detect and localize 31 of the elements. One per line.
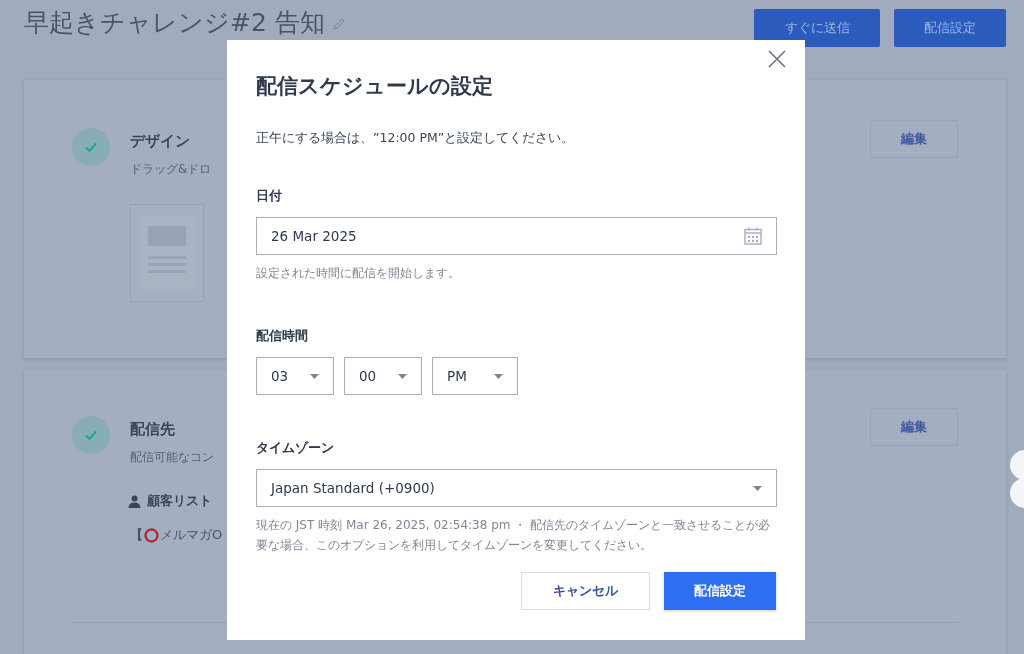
- close-icon[interactable]: [768, 50, 786, 68]
- confirm-button[interactable]: 配信設定: [664, 572, 776, 610]
- list-name: メルマガO: [160, 526, 223, 544]
- bracket-mark: 【: [130, 526, 143, 544]
- caret-icon: [310, 373, 319, 379]
- dialog-note: 正午にする場合は、”12:00 PM”と設定してください。: [256, 130, 575, 147]
- cancel-button[interactable]: キャンセル: [521, 572, 650, 610]
- timezone-dropdown[interactable]: Japan Standard (+0900): [256, 469, 777, 507]
- date-field[interactable]: 26 Mar 2025: [256, 217, 777, 255]
- time-dropdown[interactable]: 00: [344, 357, 422, 395]
- dialog-title: 配信スケジュールの設定: [256, 73, 493, 100]
- list-label: 顧客リスト: [147, 492, 212, 510]
- help-text: 現在の JST 時刻 Mar 26, 2025, 02:54:38 pm ・ 配信先のタイムゾーンと一致させることが必要な場合、このオプションを利用してタイムゾーンを変更してください。: [256, 517, 772, 554]
- page-title: 早起きチャレンジ#2 告知: [24, 8, 325, 38]
- section-description: 配信可能なコン: [130, 449, 214, 466]
- time-dropdown[interactable]: 03: [256, 357, 334, 395]
- help-text: 設定された時間に配信を開始します。: [256, 265, 460, 282]
- field-label: 日付: [256, 187, 282, 205]
- time-dropdown[interactable]: PM: [432, 357, 518, 395]
- section-description: ドラッグ&ドロ: [130, 161, 212, 178]
- caret-icon: [753, 485, 762, 491]
- field-label: 配信時間: [256, 327, 308, 345]
- field-label: タイムゾーン: [256, 439, 334, 457]
- section-title: 配信先: [130, 420, 175, 439]
- caret-icon: [494, 373, 503, 379]
- pencil-icon[interactable]: [332, 18, 345, 30]
- ring-icon: [144, 527, 159, 543]
- caret-icon: [398, 373, 407, 379]
- calendar-icon[interactable]: [744, 227, 762, 245]
- person-icon: [128, 494, 141, 508]
- section-title: デザイン: [130, 132, 190, 151]
